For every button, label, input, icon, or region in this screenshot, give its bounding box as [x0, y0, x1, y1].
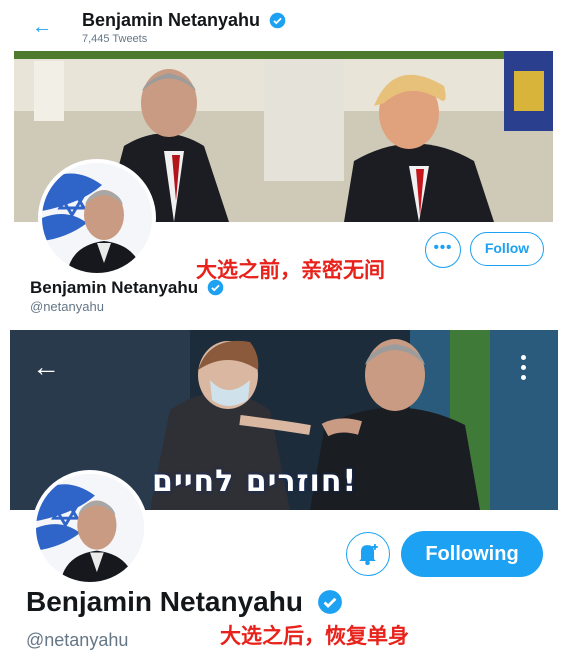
follow-button[interactable]: Follow: [470, 232, 544, 266]
display-name: Benjamin Netanyahu: [26, 586, 343, 618]
avatar[interactable]: [32, 470, 148, 586]
display-name-text: Benjamin Netanyahu: [26, 586, 303, 617]
avatar[interactable]: [38, 159, 156, 277]
profile-header-bar: ← Benjamin Netanyahu 7,445 Tweets: [14, 0, 553, 50]
arrow-left-icon[interactable]: ←: [32, 16, 54, 38]
verified-badge-icon: [269, 12, 286, 29]
header-name-text: Benjamin Netanyahu: [82, 10, 261, 30]
handle: @netanyahu: [26, 630, 129, 650]
display-name: Benjamin Netanyahu: [30, 278, 224, 298]
verified-badge-icon: [207, 279, 224, 296]
handle: @netanyahu: [30, 299, 104, 314]
panel-divider: [0, 322, 568, 330]
following-button[interactable]: Following: [401, 531, 543, 577]
caption-before: 大选之前，亲密无间: [196, 258, 385, 282]
tweet-count: 7,445 Tweets: [82, 33, 148, 45]
more-dots-icon[interactable]: •••: [425, 232, 461, 268]
header-display-name: Benjamin Netanyahu: [82, 10, 286, 31]
banner-slogan: !חוזרים לחיים: [140, 460, 369, 503]
profile-before-panel: ← Benjamin Netanyahu 7,445 Tweets ••• Fo…: [14, 0, 553, 322]
profile-after-panel: ← !חוזרים לחיים Following Benjamin Netan…: [10, 330, 558, 671]
display-name-text: Benjamin Netanyahu: [30, 278, 199, 297]
vertical-dots-icon[interactable]: [508, 350, 538, 386]
notification-bell-icon[interactable]: [346, 532, 390, 576]
arrow-left-icon[interactable]: ←: [32, 350, 66, 384]
caption-after: 大选之后，恢复单身: [220, 624, 409, 648]
verified-badge-icon: [317, 590, 342, 614]
